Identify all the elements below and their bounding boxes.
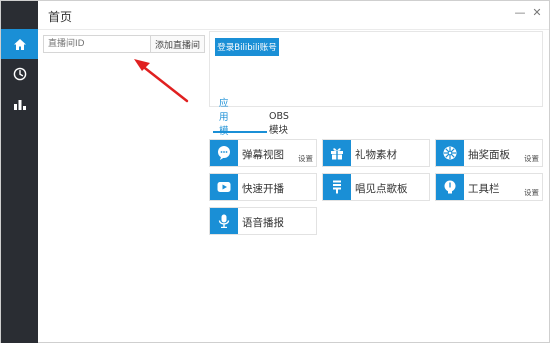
module-voice-broadcast[interactable]: 语音播报 (209, 207, 317, 235)
songboard-icon (333, 180, 341, 194)
module-label: 弹幕视图 (242, 149, 284, 161)
login-bilibili-button[interactable]: 登录Bilibili账号 (215, 38, 279, 56)
module-label: 抽奖面板 (468, 149, 510, 161)
sidebar (1, 1, 38, 343)
account-panel: 登录Bilibili账号 (209, 31, 543, 107)
sidebar-item-history[interactable] (1, 59, 38, 89)
room-id-input[interactable] (43, 35, 151, 53)
tab-app-modules[interactable]: 应用模块 (219, 98, 229, 151)
module-quick-start[interactable]: 快速开播 (209, 173, 317, 201)
microphone-icon (218, 214, 230, 228)
module-danmaku-view[interactable]: 弹幕视图 设置 (209, 139, 317, 167)
app-window: 首页 — ✕ 添加直播间 登录Bilibili账号 应用模块 OBS模块 弹幕视… (0, 0, 550, 343)
home-icon (13, 38, 26, 50)
active-tab-indicator (213, 131, 267, 133)
settings-link[interactable]: 设置 (524, 153, 539, 164)
module-gift-assets[interactable]: 礼物素材 (322, 139, 430, 167)
chat-bubble-icon (218, 146, 230, 160)
lightbulb-icon (444, 180, 456, 194)
module-song-request-board[interactable]: 唱见点歌板 (322, 173, 430, 201)
bar-chart-icon (13, 99, 26, 110)
title-bar: 首页 — ✕ (38, 1, 549, 29)
gift-icon (331, 148, 343, 160)
module-label: 礼物素材 (355, 149, 397, 161)
module-label: 语音播报 (242, 217, 284, 229)
module-label: 工具栏 (468, 183, 500, 195)
module-label: 唱见点歌板 (355, 183, 408, 195)
module-toolbar[interactable]: 工具栏 设置 (435, 173, 543, 201)
wheel-icon (443, 146, 457, 160)
close-button[interactable]: ✕ (530, 5, 544, 19)
settings-link[interactable]: 设置 (298, 153, 313, 164)
play-icon (217, 182, 231, 192)
tab-obs-modules[interactable]: OBS模块 (269, 111, 289, 136)
settings-link[interactable]: 设置 (524, 187, 539, 198)
module-lottery-panel[interactable]: 抽奖面板 设置 (435, 139, 543, 167)
module-label: 快速开播 (242, 183, 284, 195)
title-divider (38, 29, 549, 30)
sidebar-item-stats[interactable] (1, 89, 38, 119)
add-room-button[interactable]: 添加直播间 (151, 35, 205, 53)
minimize-button[interactable]: — (513, 5, 527, 19)
page-title: 首页 (48, 10, 73, 24)
sidebar-item-home[interactable] (1, 29, 38, 59)
clock-icon (13, 67, 26, 81)
